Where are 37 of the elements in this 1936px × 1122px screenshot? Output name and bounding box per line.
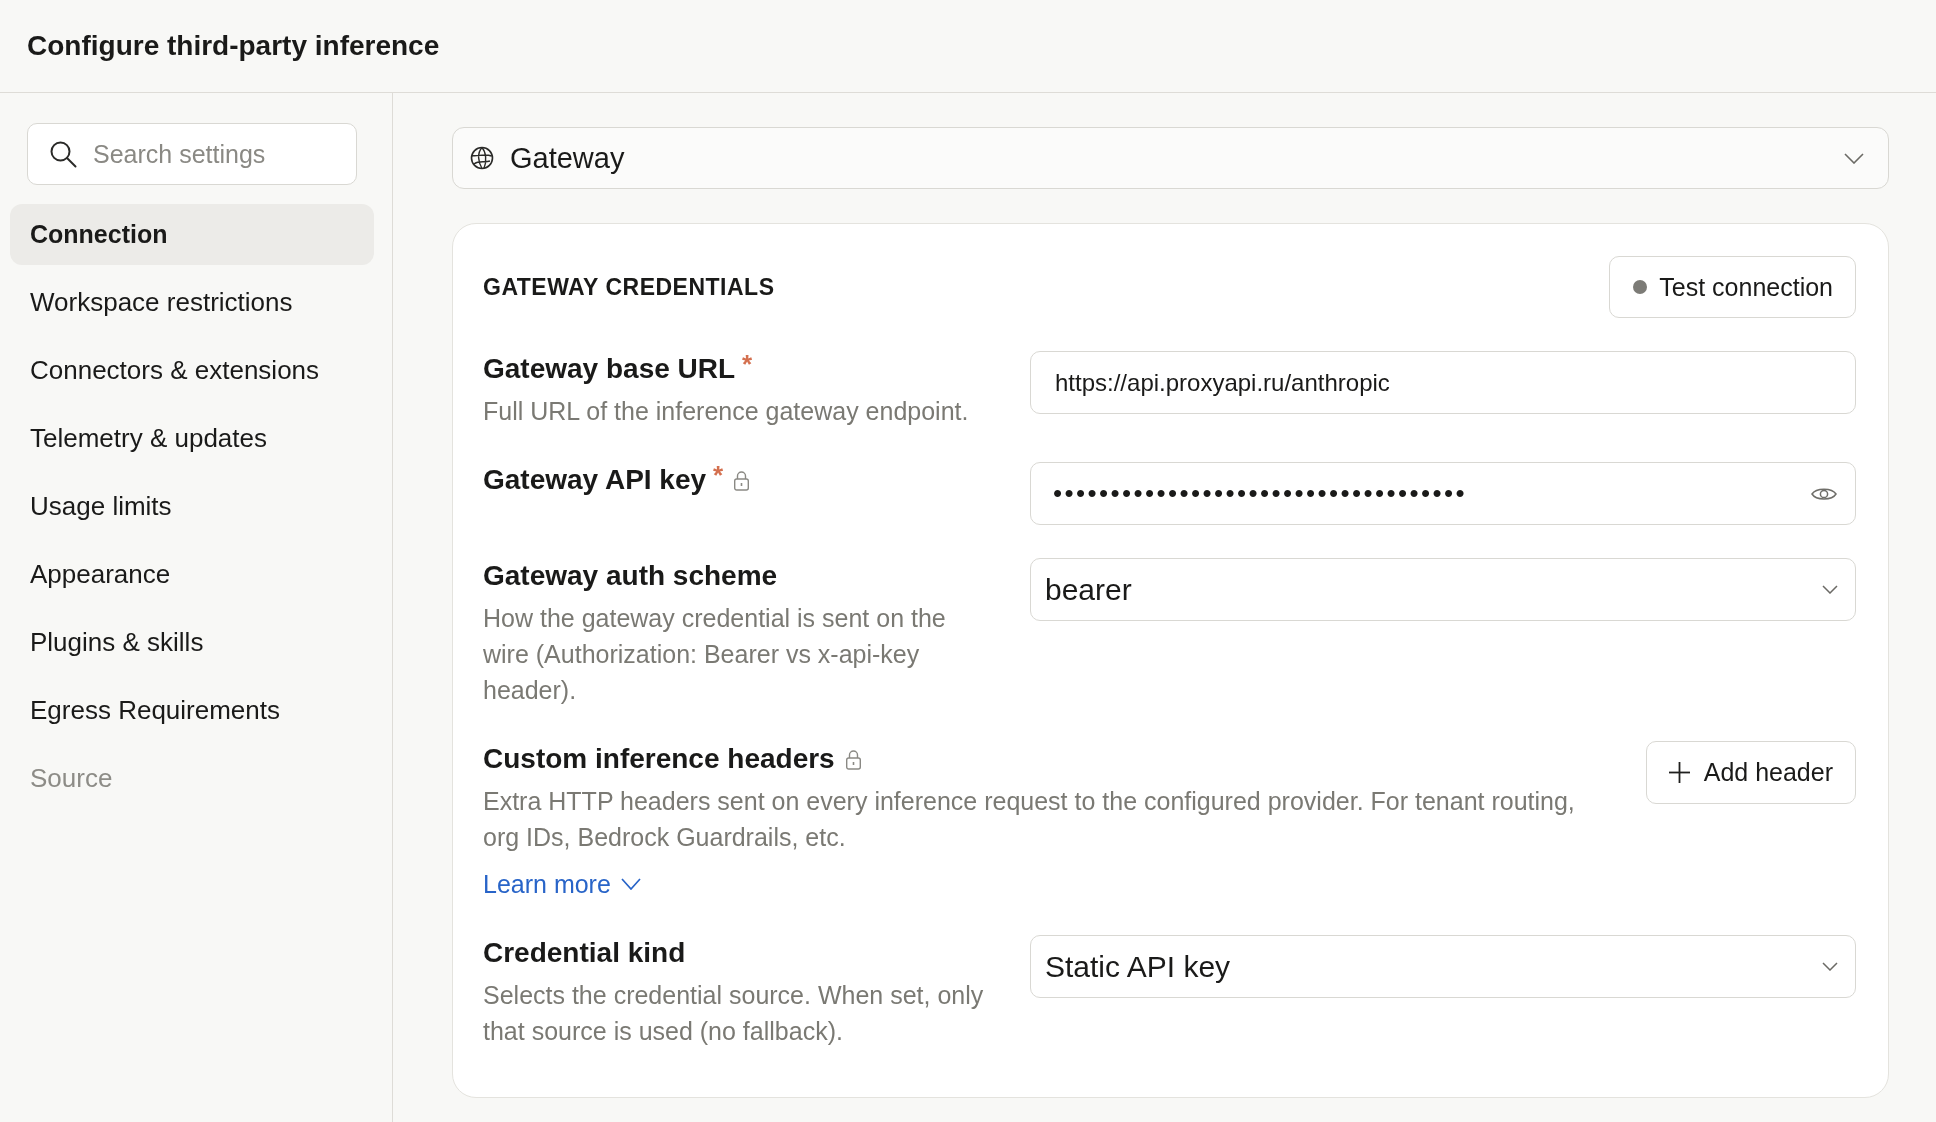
nav-item[interactable]: Workspace restrictions [10,272,374,333]
field-description: Selects the credential source. When set, only that source is used (no fallback). [483,980,985,1047]
learn-more-link[interactable]: Learn more [483,866,641,902]
chevron-down-icon [1822,585,1838,594]
chevron-down-icon [1844,152,1864,164]
search-field[interactable]: Search settings [27,123,357,185]
chevron-down-icon [1822,962,1838,971]
nav-item[interactable]: Connectors & extensions [10,340,374,401]
field-description: How the gateway credential is sent on the wire (Authorization: Bearer vs x-api-key header). [483,603,947,706]
plus-icon [1667,761,1691,784]
field-label: Credential kind [483,936,686,970]
required-mark: * [742,351,753,377]
select-dropdown[interactable]: bearer [1030,558,1856,621]
window-title: Configure third-party inference [27,29,440,63]
field-label: Custom inference headers [483,742,835,776]
nav-item[interactable]: Usage limits [10,476,374,537]
nav-item[interactable]: Plugins & skills [10,612,374,673]
globe-icon [470,146,494,170]
section-heading: GATEWAY CREDENTIALS [483,273,775,301]
search-icon [49,140,77,168]
test-connection-button[interactable]: Test connection [1609,256,1856,318]
nav-item[interactable]: Appearance [10,544,374,605]
field-label: Gateway base URL [483,352,736,386]
add-header-button[interactable]: Add header [1645,741,1856,804]
field-label: Gateway auth scheme [483,559,778,593]
field-description: Full URL of the inference gateway endpoint. [483,396,970,427]
select-dropdown[interactable]: Static API key [1030,935,1856,998]
text-field[interactable]: https://api.proxyapi.ru/anthropic [1030,351,1856,414]
nav-item[interactable]: Egress Requirements [10,680,374,741]
status-dot-icon [1633,280,1648,294]
provider-select[interactable]: Gateway [452,127,1889,189]
nav-item[interactable]: Connection [10,204,374,265]
field-description: Extra HTTP headers sent on every inference request to the configured provider. For tenant routing, org IDs, Bedrock Guardrails, etc. [483,786,1576,853]
required-mark: * [713,462,724,488]
field-label: Gateway API key [483,463,707,497]
password-field[interactable]: •••••••••••••••••••••••••••••••••••• [1030,462,1856,525]
nav-item[interactable]: Telemetry & updates [10,408,374,469]
